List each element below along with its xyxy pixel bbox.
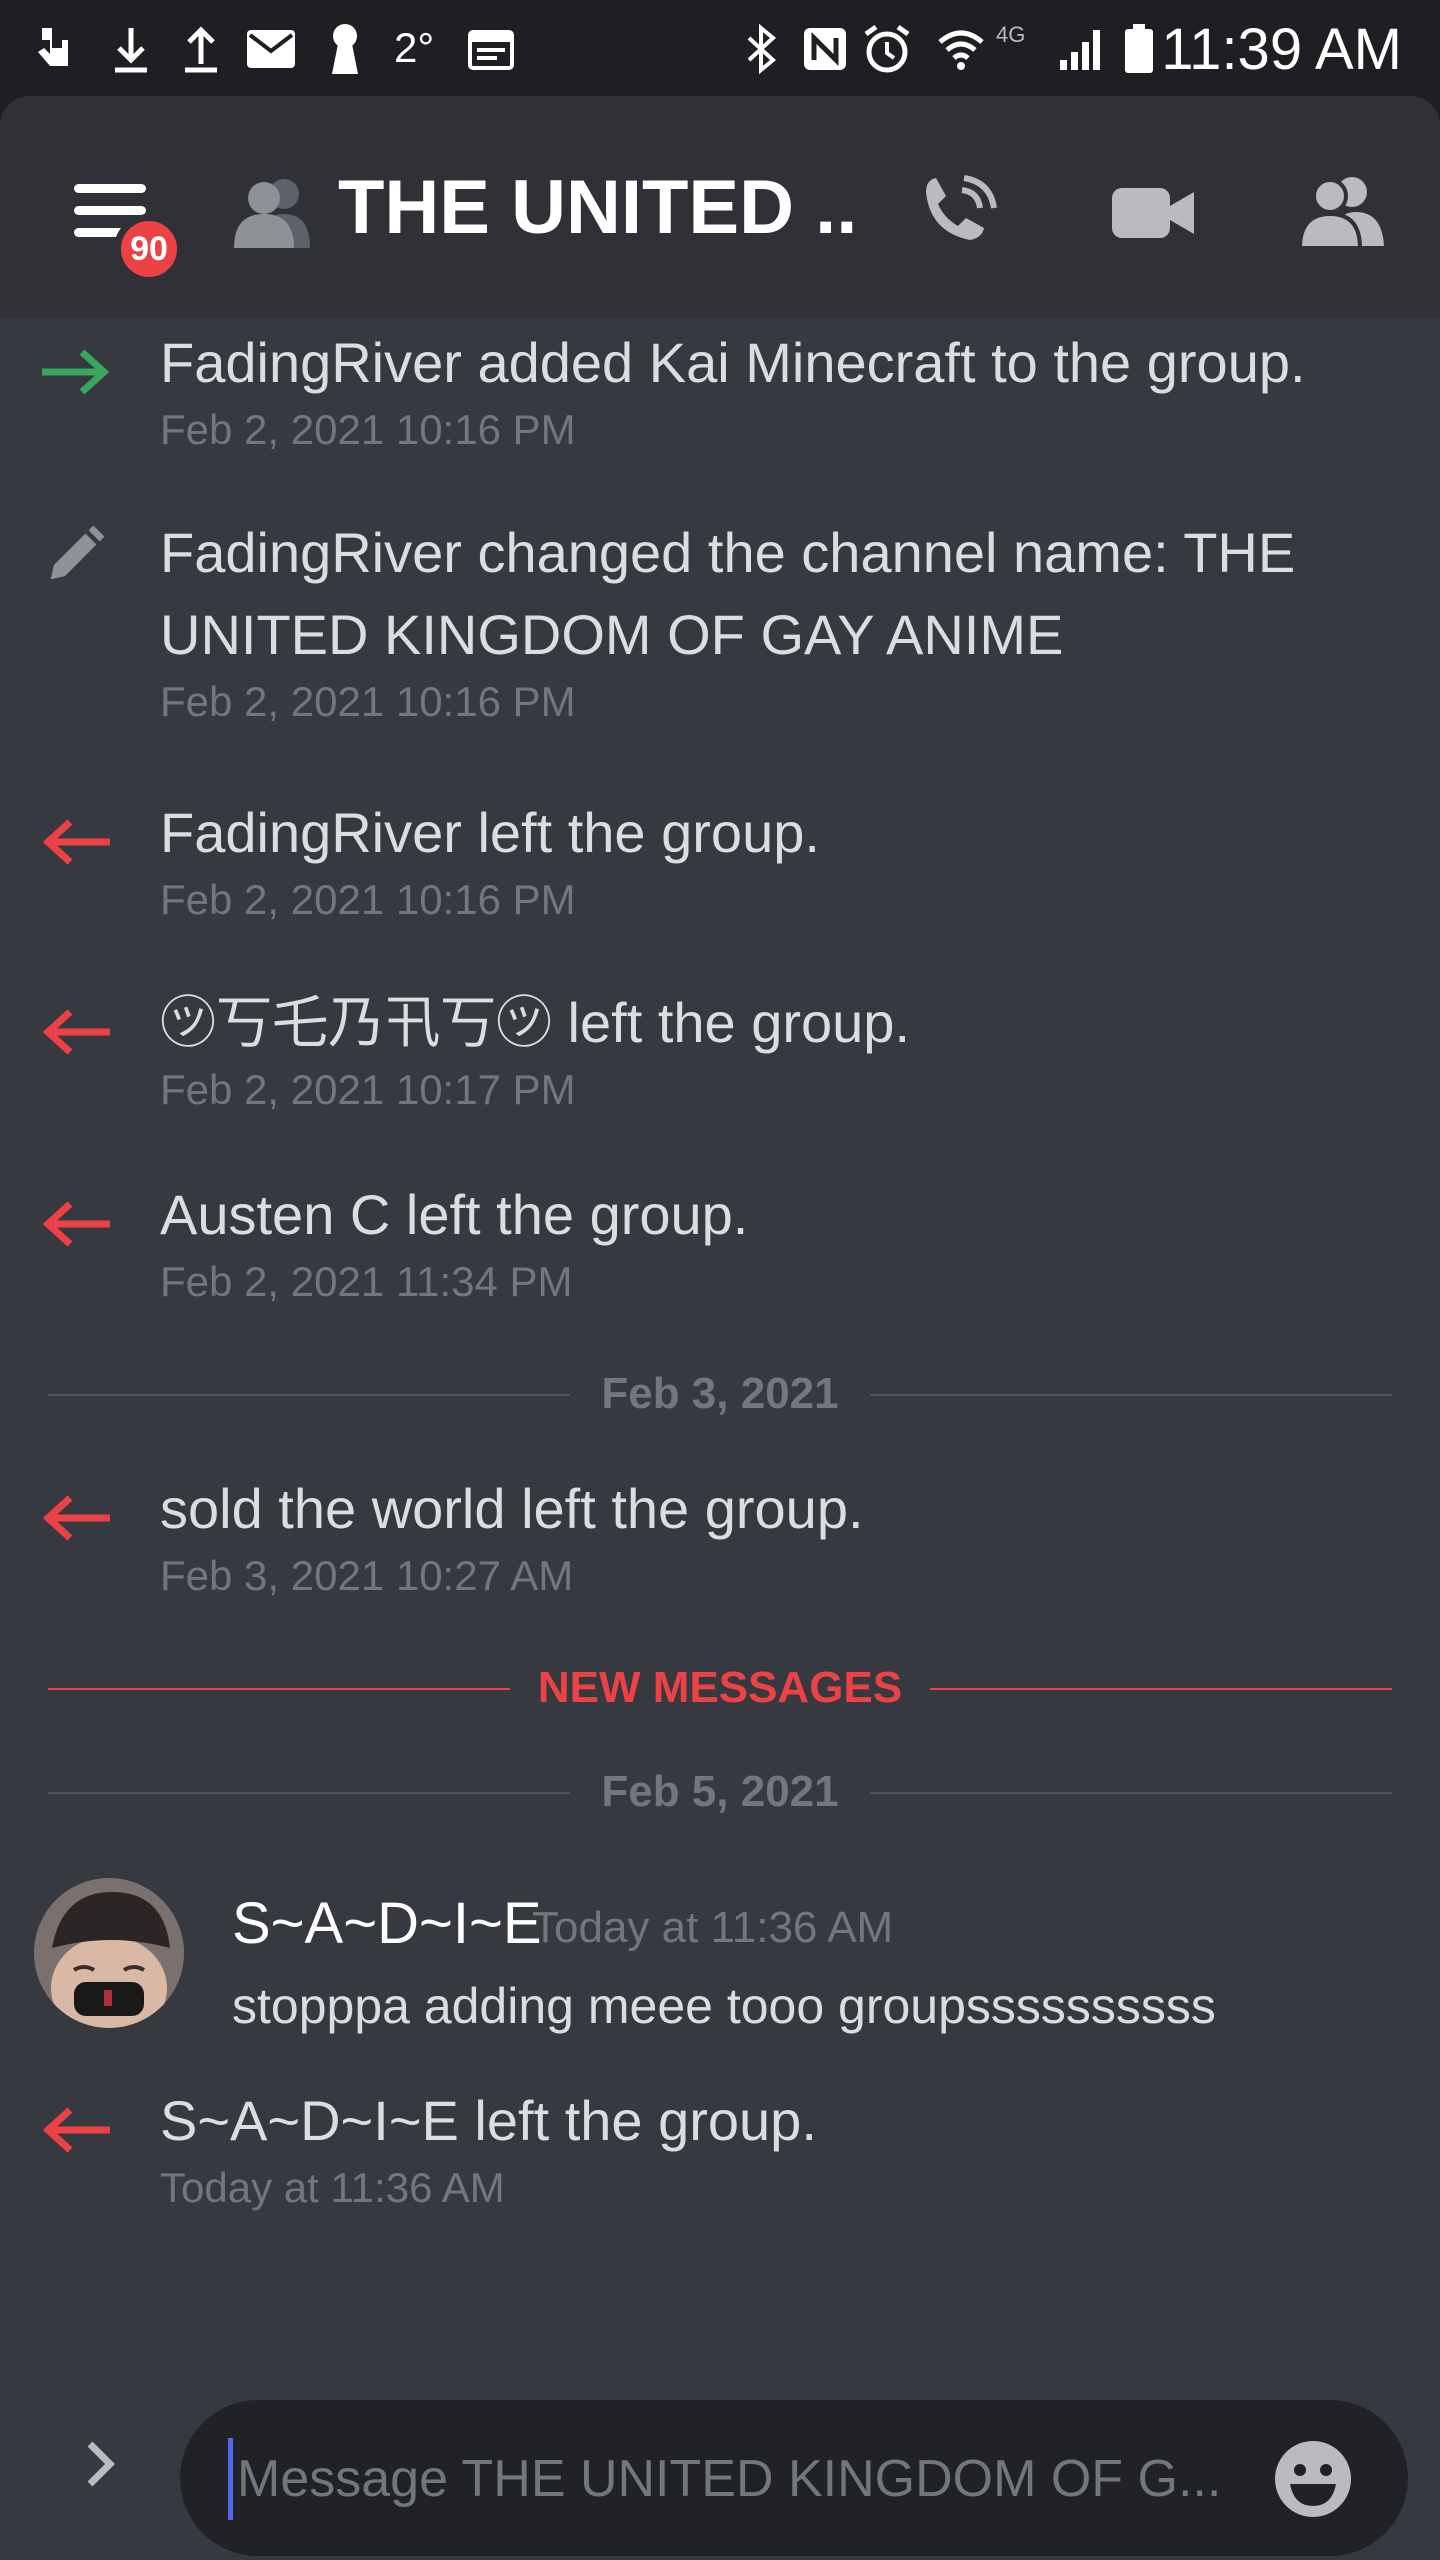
keyhole-icon: [318, 22, 372, 76]
leave-arrow-icon: [42, 1495, 110, 1541]
clock: 11:39 AM: [1161, 17, 1402, 82]
temperature-text: 2°: [394, 24, 435, 71]
message-timestamp: Feb 2, 2021 10:16 PM: [160, 406, 576, 453]
date-divider: Feb 3, 2021: [48, 1364, 1392, 1424]
bluetooth-icon: [734, 22, 788, 76]
download-icon: [104, 22, 158, 76]
leave-arrow-icon: [42, 1201, 110, 1247]
channel-title[interactable]: THE UNITED ...: [338, 158, 858, 258]
pencil-icon: [50, 525, 105, 580]
signal-icon: [1056, 22, 1110, 76]
message-input[interactable]: [228, 2438, 1239, 2520]
alarm-icon: [860, 22, 914, 76]
message-text: sold the world left the group.: [160, 1477, 864, 1540]
leave-arrow-icon: [42, 819, 110, 865]
video-call-icon[interactable]: [1108, 168, 1198, 258]
message-timestamp: Feb 2, 2021 11:34 PM: [160, 1258, 573, 1305]
battery-icon: [1112, 22, 1166, 76]
mail-icon: [244, 22, 298, 76]
wifi-icon: [934, 22, 988, 76]
message-content: stopppa adding meee tooo groupssssssssss: [232, 1978, 1216, 2034]
nfc-icon: [798, 22, 852, 76]
chevron-right-icon[interactable]: [70, 2434, 130, 2494]
message-timestamp: Today at 11:36 AM: [160, 2164, 505, 2211]
voice-call-icon[interactable]: [912, 168, 1002, 258]
member-list-icon[interactable]: [1296, 168, 1386, 258]
message-text: FadingRiver changed the channel name: TH…: [160, 521, 1296, 666]
message-timestamp: Today at 11:36 AM: [532, 1903, 894, 1952]
leave-arrow-icon: [42, 2107, 110, 2153]
unread-badge: 90: [114, 214, 184, 284]
emoji-icon[interactable]: [1272, 2438, 1354, 2520]
message-timestamp: Feb 2, 2021 10:16 PM: [160, 876, 576, 923]
message-timestamp: Feb 2, 2021 10:16 PM: [160, 678, 576, 725]
message-text: FadingRiver added Kai Minecraft to the g…: [160, 331, 1306, 394]
message-timestamp: Feb 3, 2021 10:27 AM: [160, 1552, 574, 1599]
upload-icon: [174, 22, 228, 76]
group-dm-icon: [234, 179, 310, 248]
message-composer: [0, 2340, 1440, 2560]
status-bar: 2° 4G 11:39 AM: [0, 0, 1440, 96]
message-timestamp: Feb 2, 2021 10:17 PM: [160, 1066, 576, 1113]
message-text: Austen C left the group.: [160, 1183, 749, 1246]
date-divider-label: Feb 3, 2021: [601, 1369, 839, 1418]
message-text: FadingRiver left the group.: [160, 801, 820, 864]
calendar-icon: [464, 22, 518, 76]
new-messages-divider: NEW MESSAGES: [48, 1658, 1392, 1718]
network-type: 4G: [996, 22, 1026, 47]
message-text: ㋡丂乇乃卂丂㋡ left the group.: [160, 991, 911, 1054]
channel-header: 90 THE UNITED ...: [0, 96, 1440, 318]
discord-app: 90 THE UNITED ... FadingRiver added Kai …: [0, 96, 1440, 2560]
message-input-box: [180, 2400, 1408, 2556]
date-divider-label: Feb 5, 2021: [601, 1767, 839, 1816]
join-arrow-icon: [42, 349, 110, 395]
message-author[interactable]: S~A~D~I~E: [232, 1886, 542, 1962]
date-divider: Feb 5, 2021: [48, 1762, 1392, 1822]
touch-icon: [28, 22, 82, 76]
message-text: S~A~D~I~E left the group.: [160, 2089, 817, 2152]
new-messages-label: NEW MESSAGES: [537, 1663, 903, 1712]
leave-arrow-icon: [42, 1009, 110, 1055]
avatar[interactable]: [34, 1878, 184, 2028]
